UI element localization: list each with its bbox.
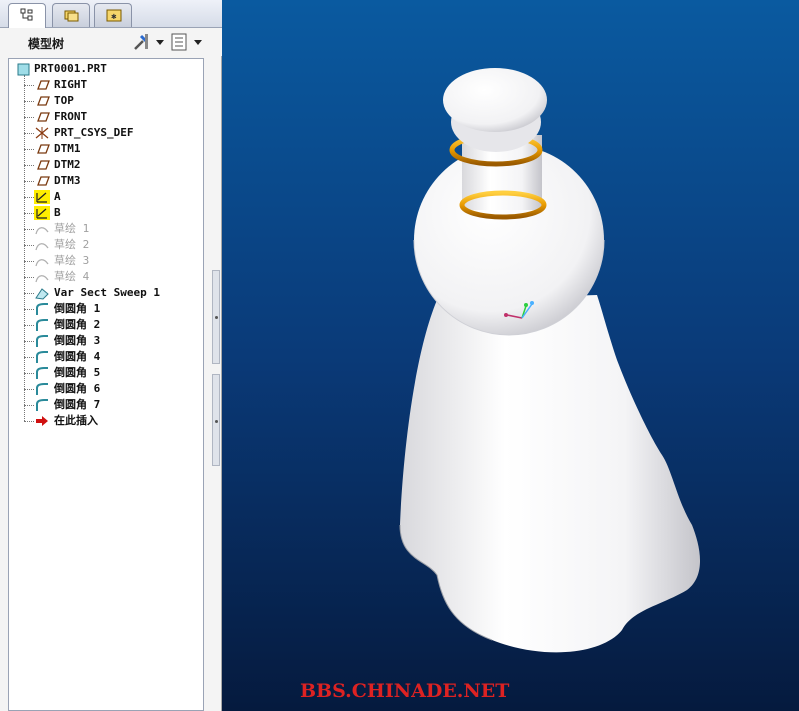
tree-item-label: DTM3 <box>54 174 81 187</box>
tree-icon <box>20 8 33 21</box>
tree-item-label: 倒圆角 6 <box>54 382 101 395</box>
tree-item-label: 倒圆角 1 <box>54 302 101 315</box>
sketch-icon <box>35 275 49 283</box>
tree-item-label: 在此插入 <box>54 414 98 427</box>
tree-item-label: 草绘 2 <box>54 238 90 251</box>
svg-text:✱: ✱ <box>111 12 117 22</box>
round-icon <box>36 351 48 363</box>
round-icon <box>36 303 48 315</box>
bottle-cap <box>443 68 547 132</box>
tree-item-label: 倒圆角 5 <box>54 366 101 379</box>
graphics-viewport[interactable]: BBS.CHINADE.NET <box>222 0 799 711</box>
folder-tab[interactable] <box>52 3 90 27</box>
datum-axis-icon <box>34 190 50 204</box>
list-icon <box>171 33 187 51</box>
watermark-text: BBS.CHINADE.NET <box>300 680 510 702</box>
tree-item-label: 草绘 3 <box>54 254 90 267</box>
favorites-tab[interactable]: ✱ <box>94 3 132 27</box>
tree-item-label: B <box>54 206 61 219</box>
panel-splitter-handle-lower[interactable] <box>212 374 220 466</box>
model-tree-panel: ✱ 模型树 PRT0001.PRT RIGHT TOP FRONT PRT_CS… <box>0 0 222 711</box>
datum-plane-icon <box>37 96 50 106</box>
tree-item-label: 草绘 4 <box>54 270 90 283</box>
folder-icon <box>64 10 79 22</box>
panel-splitter-handle[interactable] <box>212 270 220 364</box>
navigator-tab-bar: ✱ <box>0 0 222 28</box>
tree-item-label: TOP <box>54 94 74 107</box>
tree-item-label: 倒圆角 4 <box>54 350 101 363</box>
round-icon <box>36 367 48 379</box>
tree-item-label: FRONT <box>54 110 88 123</box>
tree-item-label: 倒圆角 3 <box>54 334 101 347</box>
sweep-icon <box>35 288 49 300</box>
tree-item-label: DTM1 <box>54 142 81 155</box>
round-icon <box>36 319 48 331</box>
tree-item-label: 倒圆角 7 <box>54 398 101 411</box>
tree-item-label: 倒圆角 2 <box>54 318 101 331</box>
bottle-model[interactable] <box>222 0 799 711</box>
tree-item-label: PRT_CSYS_DEF <box>54 126 134 139</box>
datum-plane-icon <box>37 144 50 154</box>
part-icon <box>17 63 30 76</box>
panel-title: 模型树 <box>28 37 65 51</box>
tree-settings-button[interactable] <box>132 32 166 52</box>
tree-item-label: Var Sect Sweep 1 <box>54 286 160 299</box>
insert-arrow-icon <box>36 416 48 426</box>
round-icon <box>36 383 48 395</box>
sketch-icon <box>35 227 49 235</box>
round-icon <box>36 399 48 411</box>
tree-item-label: DTM2 <box>54 158 81 171</box>
sketch-icon <box>35 243 49 251</box>
model-tree-tab[interactable] <box>8 3 46 28</box>
datum-plane-icon <box>37 80 50 90</box>
panel-header: 模型树 <box>0 28 222 56</box>
tree-item-label: A <box>54 190 61 203</box>
tree-item-label: 草绘 1 <box>54 222 90 235</box>
tools-icon <box>134 34 149 50</box>
model-tree: PRT0001.PRT RIGHT TOP FRONT PRT_CSYS_DEF DTM… <box>8 58 204 711</box>
datum-plane-icon <box>37 176 50 186</box>
csys-icon <box>35 127 49 139</box>
datum-plane-icon <box>37 112 50 122</box>
datum-axis-icon <box>34 206 50 220</box>
sketch-icon <box>35 259 49 267</box>
star-icon: ✱ <box>106 9 122 22</box>
round-icon <box>36 335 48 347</box>
datum-plane-icon <box>37 160 50 170</box>
bottle-skirt <box>400 295 701 653</box>
tree-show-button[interactable] <box>170 32 204 52</box>
tree-item-label: RIGHT <box>54 78 88 91</box>
